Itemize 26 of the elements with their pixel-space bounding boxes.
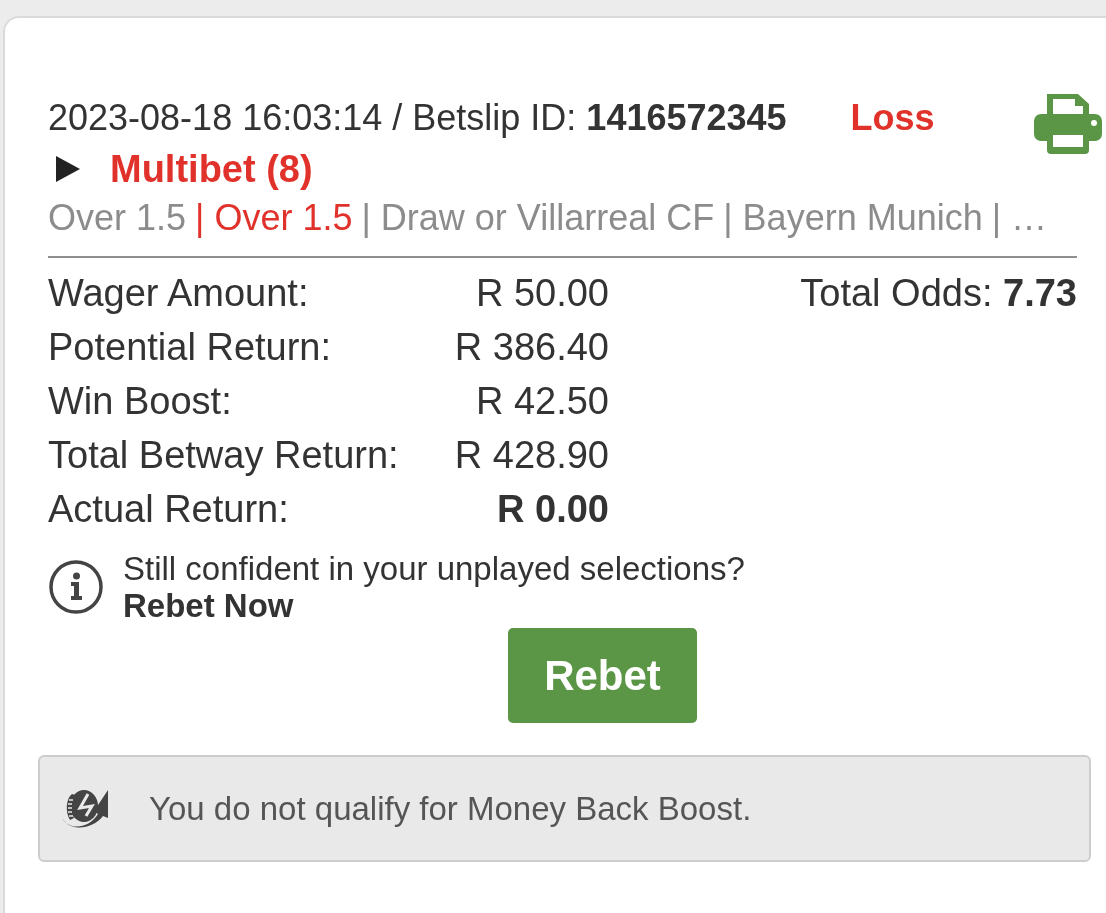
summary-value: R 386.40 (454, 325, 609, 369)
multibet-title[interactable]: Multibet (8) (110, 147, 313, 191)
summary-label: Potential Return: (48, 325, 332, 369)
summary-label: Win Boost: (48, 379, 232, 423)
caret-icon[interactable] (55, 156, 81, 182)
notice-text: You do not qualify for Money Back Boost. (149, 789, 752, 828)
selection-text: | Bayern Munich (723, 197, 983, 239)
total-odds-text: Total Odds: 7.73 (800, 271, 1077, 316)
selection-text: | Over 1.5 (195, 197, 353, 239)
selection-text: | Draw or Villarreal CF (361, 197, 715, 239)
selection-text: Over 1.5 (48, 197, 187, 239)
summary-label: Wager Amount: (48, 271, 309, 315)
summary-label: Total Betway Return: (48, 433, 399, 477)
summary-value: R 0.00 (497, 487, 609, 531)
summary-value: R 428.90 (454, 433, 609, 477)
summary-value: R 50.00 (475, 271, 609, 315)
summary-label: Actual Return: (48, 487, 289, 531)
rebet-button[interactable]: Rebet (508, 628, 697, 723)
selection-text: | … (991, 197, 1048, 239)
info-icon (49, 560, 103, 614)
betslip-header-text: 2023-08-18 16:03:14 / Betslip ID: 1416572345 (48, 97, 787, 139)
rebet-prompt-text: Still confident in your unplayed selections? (123, 550, 745, 587)
result-status: Loss (850, 97, 935, 139)
printer-icon[interactable] (1034, 94, 1102, 154)
summary-value: R 42.50 (475, 379, 609, 423)
rebet-now-label: Rebet Now (123, 587, 295, 624)
